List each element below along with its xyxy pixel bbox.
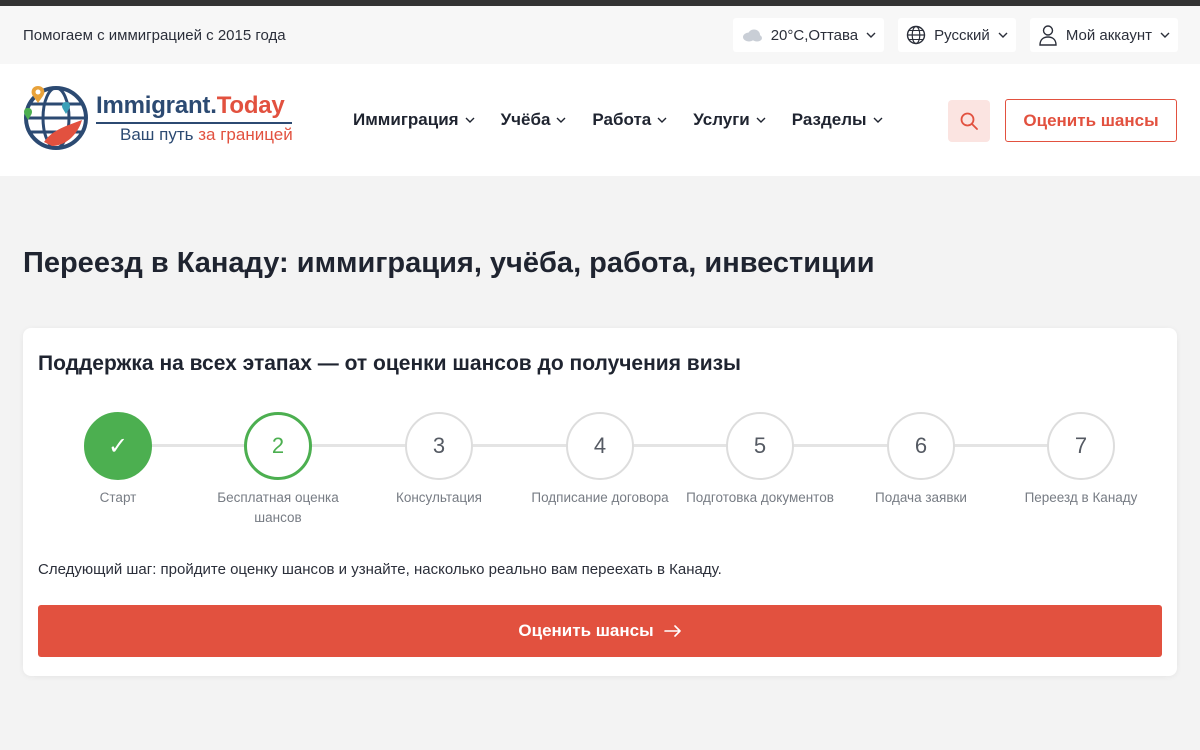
chevron-down-icon xyxy=(1160,32,1170,38)
step-free-assessment[interactable]: 2 Бесплатная оценка шансов xyxy=(198,412,358,528)
step-label: Старт xyxy=(99,490,137,505)
nav-item-label: Учёба xyxy=(500,110,551,129)
tagline: Помогаем с иммиграцией с 2015 года xyxy=(23,26,286,44)
account-dropdown[interactable]: Мой аккаунт xyxy=(1029,18,1178,52)
logo-subtitle-part2: за границей xyxy=(198,125,293,144)
nav-item-study[interactable]: Учёба xyxy=(501,110,567,130)
check-icon: ✓ xyxy=(84,412,152,480)
arrow-right-icon xyxy=(663,625,681,637)
process-card: Поддержка на всех этапах — от оценки шан… xyxy=(23,328,1177,676)
step-consultation[interactable]: 3 Консультация xyxy=(359,412,519,508)
main-nav: Иммиграция Учёба Работа Услуги Разделы xyxy=(353,64,909,176)
next-step-text: Следующий шаг: пройдите оценку шансов и … xyxy=(38,561,722,578)
chevron-down-icon xyxy=(866,32,876,38)
nav-item-label: Иммиграция xyxy=(353,110,459,129)
step-number: 2 xyxy=(244,412,312,480)
language-dropdown[interactable]: Русский xyxy=(898,18,1016,52)
step-number: 5 xyxy=(726,412,794,480)
account-label: Мой аккаунт xyxy=(1065,26,1152,44)
chevron-down-icon xyxy=(657,117,667,123)
globe-icon xyxy=(906,25,926,45)
weather-label: 20°C,Оттава xyxy=(770,26,859,44)
logo-subtitle: Ваш путь за границей xyxy=(120,125,293,145)
step-label: Подача заявки xyxy=(875,490,967,505)
step-documents[interactable]: 5 Подготовка документов xyxy=(680,412,840,508)
card-title: Поддержка на всех этапах — от оценки шан… xyxy=(38,352,741,375)
page-title: Переезд в Канаду: иммиграция, учёба, раб… xyxy=(23,247,875,279)
step-number: 6 xyxy=(887,412,955,480)
nav-item-label: Услуги xyxy=(693,110,750,129)
logo-underline xyxy=(96,122,292,124)
nav-item-immigration[interactable]: Иммиграция xyxy=(353,110,475,130)
nav-item-sections[interactable]: Разделы xyxy=(792,110,883,130)
step-application[interactable]: 6 Подача заявки xyxy=(841,412,1001,508)
chevron-down-icon xyxy=(465,117,475,123)
nav-item-label: Разделы xyxy=(791,110,867,129)
cloud-icon xyxy=(742,29,762,42)
step-start[interactable]: ✓ Старт xyxy=(38,412,198,508)
logo-name-part1: Immigrant. xyxy=(96,92,217,119)
step-label: Консультация xyxy=(395,490,482,505)
step-relocation[interactable]: 7 Переезд в Канаду xyxy=(1001,412,1161,508)
search-icon xyxy=(960,112,978,130)
nav-item-services[interactable]: Услуги xyxy=(693,110,766,130)
steps-progress: ✓ Старт 2 Бесплатная оценка шансов 3 Кон… xyxy=(23,412,1177,532)
language-label: Русский xyxy=(934,26,990,44)
step-number: 4 xyxy=(566,412,634,480)
step-number: 3 xyxy=(405,412,473,480)
step-contract[interactable]: 4 Подписание договора xyxy=(520,412,680,508)
header-cta-button[interactable]: Оценить шансы xyxy=(1005,99,1177,142)
top-bar-controls: 20°C,Оттава Русский Мой аккаунт xyxy=(732,6,1178,64)
step-label: Переезд в Канаду xyxy=(1024,490,1138,505)
weather-dropdown[interactable]: 20°C,Оттава xyxy=(732,18,885,52)
nav-item-label: Работа xyxy=(592,110,652,129)
chevron-down-icon xyxy=(756,117,766,123)
globe-logo-icon xyxy=(24,86,88,150)
top-bar: Помогаем с иммиграцией с 2015 года 20°C,… xyxy=(0,6,1200,64)
search-button[interactable] xyxy=(948,100,990,142)
assess-chances-button[interactable]: Оценить шансы xyxy=(38,605,1162,657)
cta-label: Оценить шансы xyxy=(518,621,654,640)
logo-name: Immigrant.Today xyxy=(96,92,285,120)
user-icon xyxy=(1039,25,1057,46)
step-label: Бесплатная оценка шансов xyxy=(217,490,339,525)
step-label: Подписание договора xyxy=(531,490,669,505)
nav-item-work[interactable]: Работа xyxy=(592,110,667,130)
logo-name-part2: Today xyxy=(216,92,285,119)
step-label: Подготовка документов xyxy=(686,490,834,505)
chevron-down-icon xyxy=(556,117,566,123)
chevron-down-icon xyxy=(998,32,1008,38)
main-header: Immigrant.Today Ваш путь за границей Имм… xyxy=(0,64,1200,176)
step-number: 7 xyxy=(1047,412,1115,480)
logo[interactable]: Immigrant.Today Ваш путь за границей xyxy=(22,80,302,152)
logo-subtitle-part1: Ваш путь xyxy=(120,125,199,144)
chevron-down-icon xyxy=(873,117,883,123)
